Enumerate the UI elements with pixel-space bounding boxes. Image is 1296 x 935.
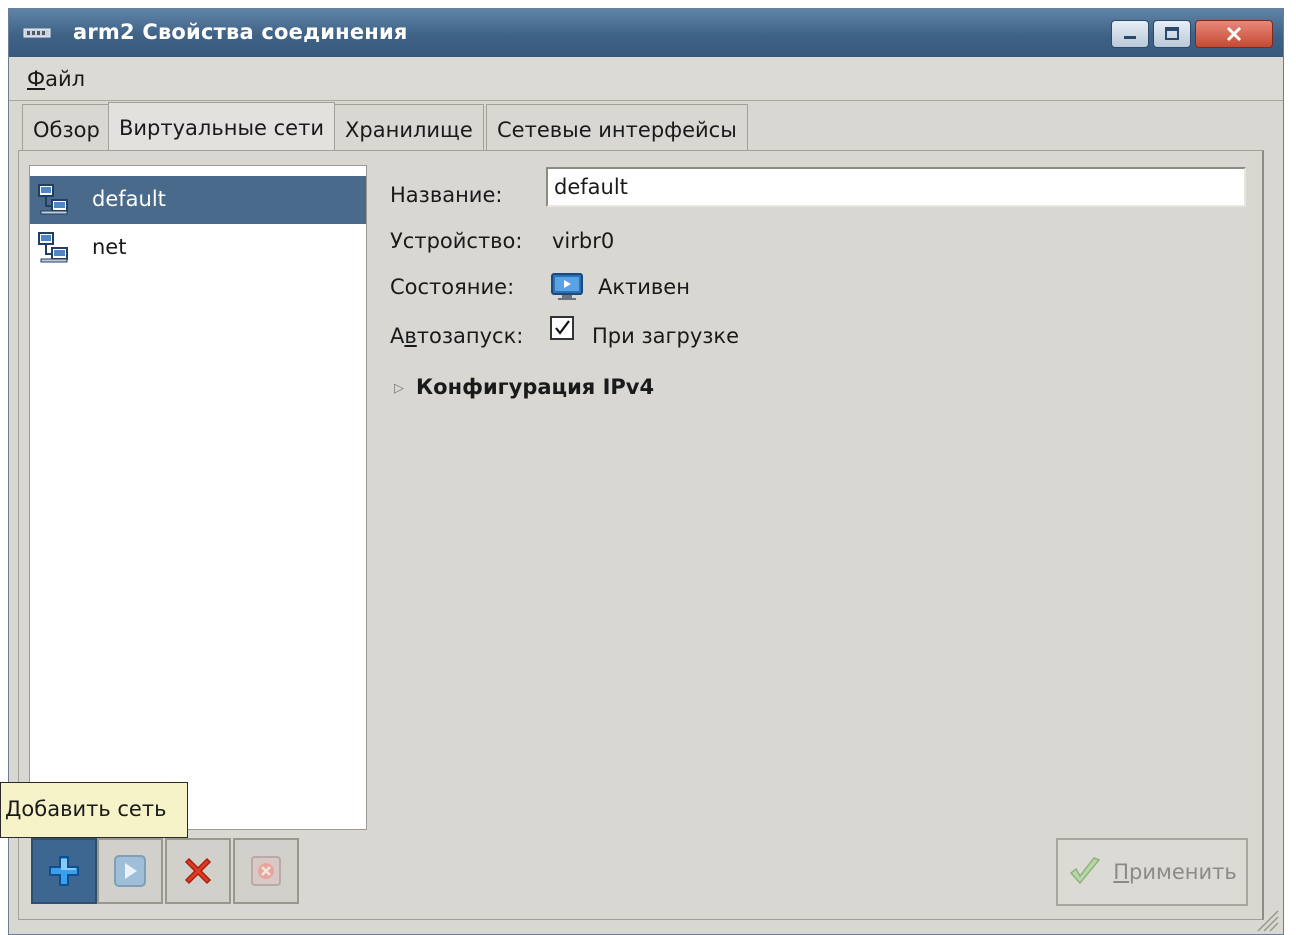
app-icon — [23, 28, 51, 38]
network-name: default — [92, 187, 166, 211]
autostart-value: При загрузке — [592, 324, 740, 348]
autostart-checkbox[interactable] — [550, 316, 574, 340]
apply-hotkey: П — [1113, 860, 1130, 884]
name-label: Название: — [390, 183, 503, 207]
menu-bar: Файл — [9, 57, 1283, 101]
tab-network-interfaces[interactable]: Сетевые интерфейсы — [486, 104, 748, 152]
add-network-tooltip: Добавить сеть — [0, 782, 188, 838]
menu-file-hotkey: Ф — [27, 67, 46, 91]
network-icon — [38, 232, 68, 263]
tab-storage[interactable]: Хранилище — [334, 104, 484, 152]
menu-file-label: айл — [45, 67, 86, 91]
tab-virtual-networks-label: Виртуальные сети — [119, 116, 324, 140]
minimize-icon — [1124, 36, 1136, 39]
ipv4-config-expander[interactable]: Конфигурация IPv4 — [416, 375, 654, 399]
maximize-button[interactable] — [1153, 20, 1191, 48]
checkmark-icon — [555, 320, 570, 335]
network-name: net — [92, 235, 127, 259]
tab-overview[interactable]: Обзор — [22, 104, 111, 152]
tab-storage-label: Хранилище — [345, 118, 473, 142]
tab-overview-label: Обзор — [33, 118, 100, 142]
red-x-icon — [184, 857, 212, 885]
network-icon — [38, 184, 68, 215]
window-title: arm2 Свойства соединения — [73, 20, 408, 44]
autostart-label-post: тозапуск: — [416, 324, 524, 348]
list-item[interactable]: net — [30, 224, 366, 272]
list-item[interactable]: default — [30, 176, 366, 224]
apply-label: Применить — [1113, 860, 1237, 884]
autostart-label: Автозапуск: — [390, 324, 523, 348]
autostart-label-hotkey: в — [404, 324, 417, 348]
minimize-button[interactable] — [1111, 20, 1149, 48]
title-bar[interactable]: arm2 Свойства соединения — [9, 9, 1283, 57]
apply-rest: рименить — [1129, 860, 1237, 884]
delete-network-button[interactable] — [233, 838, 299, 904]
device-value: virbr0 — [552, 229, 615, 253]
state-label: Состояние: — [390, 275, 515, 299]
network-list[interactable]: default net — [29, 165, 367, 830]
close-icon — [1226, 26, 1242, 42]
menu-file[interactable]: Файл — [27, 67, 85, 91]
monitor-active-icon — [551, 273, 583, 300]
add-network-button[interactable] — [31, 838, 97, 904]
apply-button[interactable]: Применить — [1056, 838, 1248, 906]
state-value: Активен — [598, 275, 690, 299]
tab-virtual-networks[interactable]: Виртуальные сети — [108, 102, 335, 154]
delete-icon — [251, 856, 281, 886]
play-icon — [114, 855, 146, 887]
plus-icon — [49, 856, 79, 886]
tab-network-interfaces-label: Сетевые интерфейсы — [497, 118, 737, 142]
close-button[interactable] — [1195, 20, 1273, 48]
expander-arrow-icon[interactable]: ▷ — [394, 381, 404, 396]
stop-network-button[interactable] — [165, 838, 231, 904]
start-network-button[interactable] — [97, 838, 163, 904]
checkmark-icon — [1070, 857, 1101, 885]
name-field[interactable] — [546, 167, 1246, 207]
resize-grip-icon[interactable] — [1250, 905, 1280, 933]
maximize-icon — [1165, 27, 1179, 40]
device-label: Устройство: — [390, 229, 523, 253]
autostart-label-pre: А — [390, 324, 405, 348]
